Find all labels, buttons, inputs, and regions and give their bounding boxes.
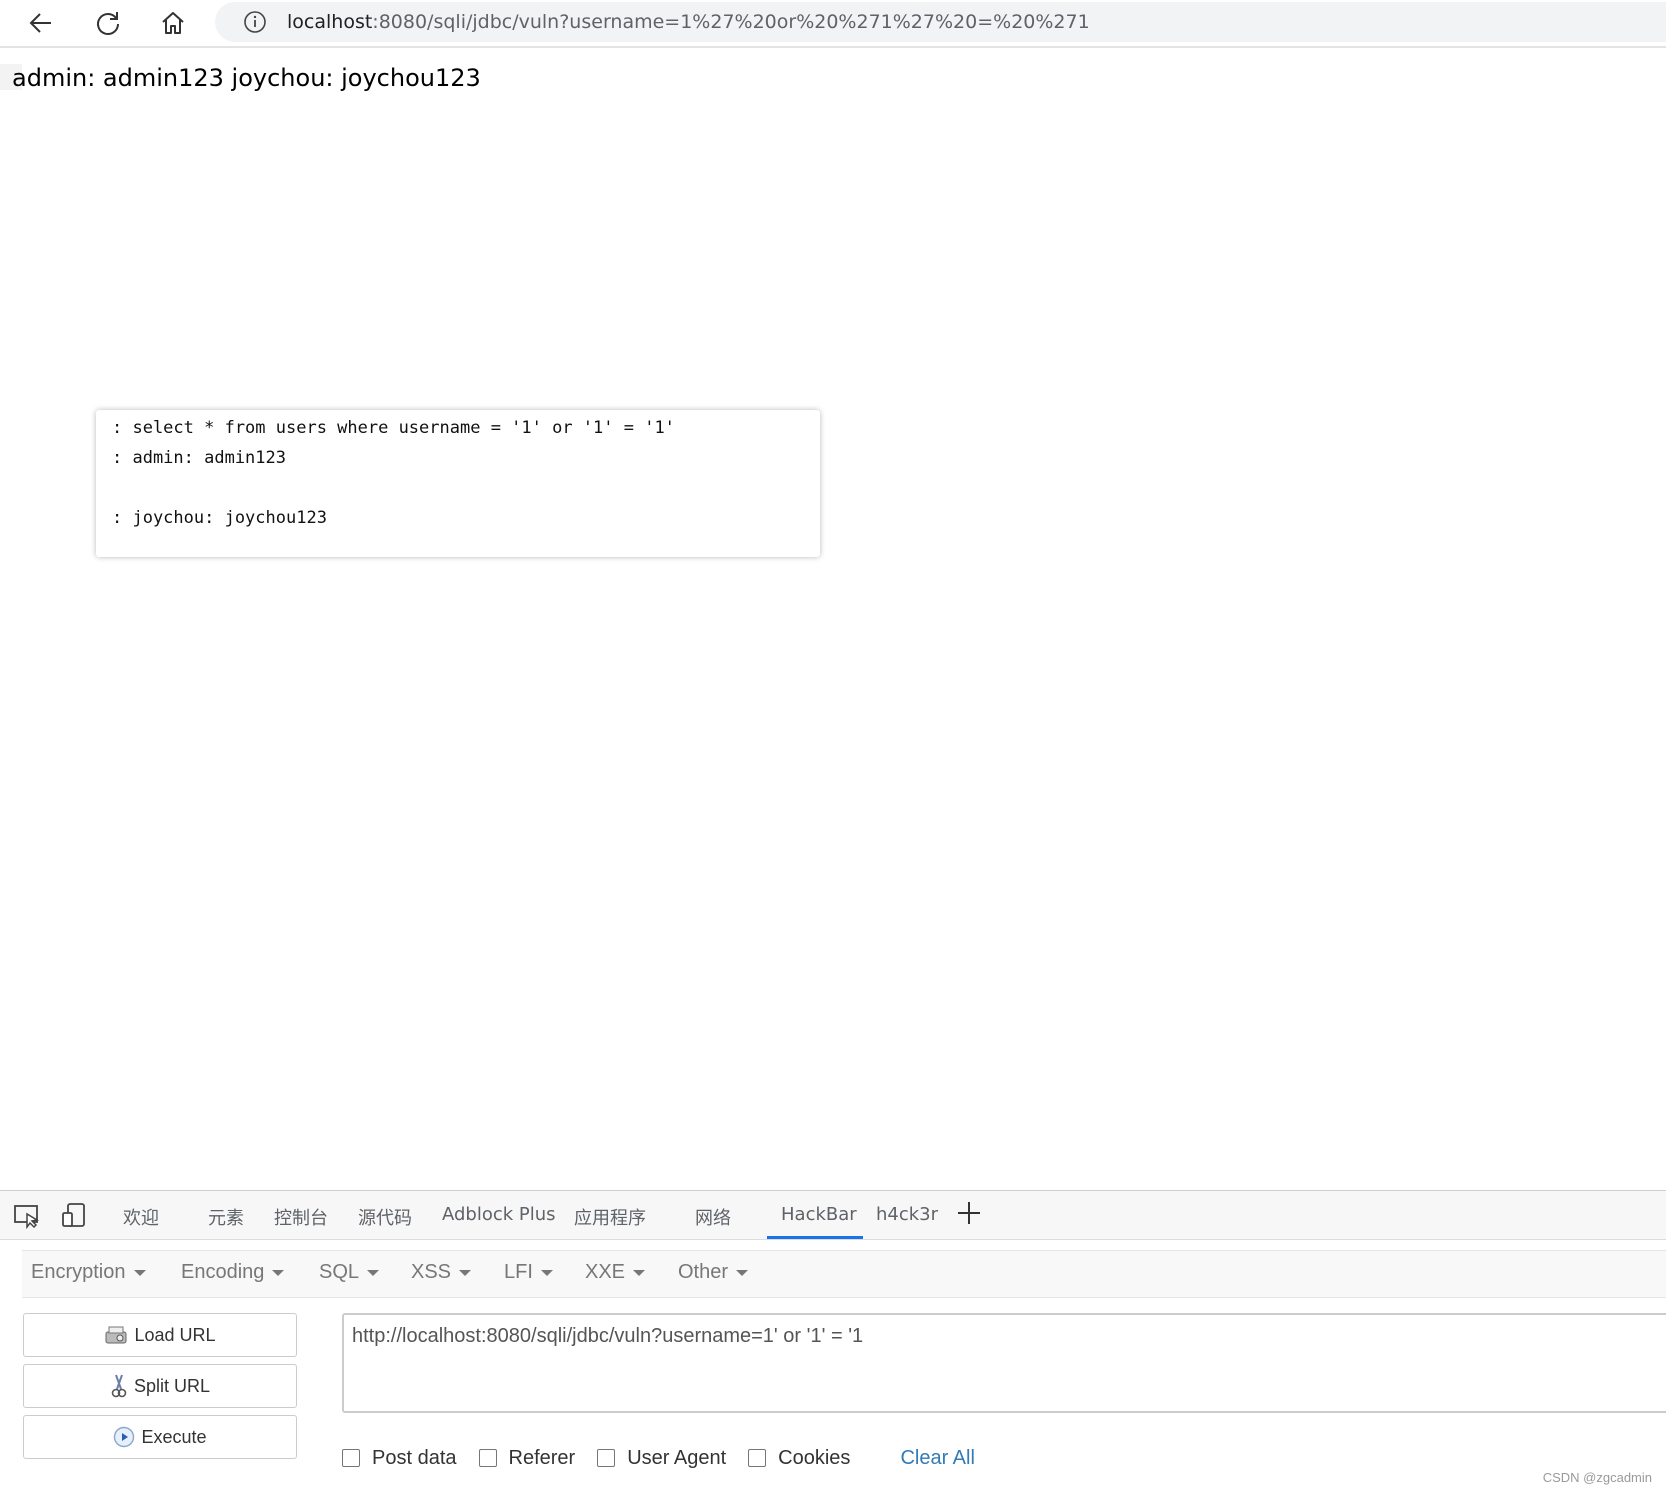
split-url-label: Split URL (133, 1375, 211, 1396)
menu-encoding-label: Encoding (181, 1261, 265, 1283)
plus-icon[interactable] (955, 1199, 983, 1227)
tab-application[interactable]: 应用程序 (574, 1204, 646, 1230)
menu-lfi-label: LFI (504, 1261, 533, 1283)
menu-encryption[interactable]: Encryption (31, 1261, 146, 1284)
log-line-admin: : admin: admin123 (112, 448, 286, 468)
menu-encryption-label: Encryption (31, 1261, 126, 1283)
scissors-icon (110, 1373, 128, 1399)
log-popup: : select * from users where username = '… (96, 410, 820, 557)
menu-other-label: Other (678, 1261, 729, 1283)
active-tab-indicator (767, 1236, 863, 1239)
home-icon (162, 12, 184, 34)
tab-network[interactable]: 网络 (695, 1204, 731, 1230)
menu-xxe-label: XXE (585, 1261, 626, 1283)
caret-down-icon (459, 1269, 472, 1276)
hackbar-url-textarea[interactable]: http://localhost:8080/sqli/jdbc/vuln?use… (342, 1313, 1666, 1413)
address-bar[interactable]: localhost:8080/sqli/jdbc/vuln?username=1… (215, 2, 1666, 42)
tab-sources[interactable]: 源代码 (358, 1204, 412, 1230)
tab-console[interactable]: 控制台 (274, 1204, 328, 1230)
device-emulation-icon[interactable] (60, 1201, 90, 1229)
referer-label: Referer (508, 1446, 576, 1469)
user-agent-label: User Agent (627, 1446, 727, 1469)
caret-down-icon (367, 1269, 380, 1276)
caret-down-icon (736, 1269, 749, 1276)
tab-adblock-plus[interactable]: Adblock Plus (442, 1204, 556, 1225)
inspect-element-icon[interactable] (12, 1201, 42, 1229)
load-url-icon (104, 1324, 128, 1346)
cookies-option[interactable]: Cookies (748, 1447, 850, 1470)
cookies-label: Cookies (778, 1446, 851, 1469)
menu-sql[interactable]: SQL (319, 1261, 380, 1284)
url-text[interactable]: localhost:8080/sqli/jdbc/vuln?username=1… (287, 11, 1090, 33)
tab-h4ck3r[interactable]: h4ck3r (876, 1204, 938, 1225)
post-data-option[interactable]: Post data (342, 1447, 457, 1470)
load-url-button[interactable]: Load URL (23, 1313, 297, 1357)
log-line-joychou: : joychou: joychou123 (112, 508, 327, 528)
menu-xxe[interactable]: XXE (585, 1261, 646, 1284)
hackbar-menubar: Encryption Encoding SQL XSS LFI XXE Othe… (22, 1250, 1666, 1298)
reload-button[interactable] (88, 3, 128, 43)
user-agent-checkbox[interactable] (597, 1449, 616, 1467)
menu-other[interactable]: Other (678, 1261, 749, 1284)
menu-encoding[interactable]: Encoding (181, 1261, 285, 1284)
menu-xss[interactable]: XSS (411, 1261, 472, 1284)
log-line-sql: : select * from users where username = '… (112, 418, 675, 438)
reload-icon (97, 12, 119, 35)
referer-option[interactable]: Referer (478, 1446, 576, 1470)
arrow-left-icon (29, 13, 51, 33)
query-result-text: admin: admin123 joychou: joychou123 (12, 64, 481, 92)
play-circle-icon (113, 1426, 135, 1448)
url-host: localhost (287, 11, 373, 33)
caret-down-icon (540, 1269, 553, 1276)
post-data-checkbox[interactable] (342, 1449, 360, 1467)
caret-down-icon (272, 1269, 285, 1276)
url-path: :8080/sqli/jdbc/vuln?username=1%27%20or%… (372, 11, 1090, 33)
post-data-label: Post data (372, 1446, 457, 1469)
home-button[interactable] (153, 3, 193, 43)
cookies-checkbox[interactable] (748, 1449, 767, 1467)
referer-checkbox[interactable] (478, 1449, 497, 1467)
devtools-panel: 欢迎 元素 控制台 源代码 Adblock Plus 应用程序 网络 HackB… (0, 1190, 1666, 1498)
tab-hackbar[interactable]: HackBar (781, 1204, 857, 1225)
tab-elements[interactable]: 元素 (208, 1204, 244, 1230)
menu-sql-label: SQL (319, 1261, 360, 1283)
load-url-label: Load URL (134, 1324, 216, 1345)
tab-welcome[interactable]: 欢迎 (123, 1204, 159, 1230)
menu-xss-label: XSS (411, 1261, 452, 1283)
split-url-button[interactable]: Split URL (23, 1364, 297, 1408)
user-agent-option[interactable]: User Agent (597, 1447, 726, 1470)
watermark: CSDN @zgcadmin (1542, 1470, 1652, 1485)
caret-down-icon (133, 1269, 146, 1276)
devtools-tabbar: 欢迎 元素 控制台 源代码 Adblock Plus 应用程序 网络 HackB… (0, 1191, 1666, 1240)
hackbar-options-row: Post data Referer User Agent Cookies Cle… (342, 1443, 975, 1473)
execute-button[interactable]: Execute (23, 1415, 297, 1459)
caret-down-icon (633, 1269, 646, 1276)
back-button[interactable] (21, 3, 61, 43)
menu-lfi[interactable]: LFI (504, 1261, 553, 1284)
execute-label: Execute (141, 1426, 207, 1447)
browser-toolbar: localhost:8080/sqli/jdbc/vuln?username=1… (0, 0, 1666, 48)
info-icon[interactable] (243, 10, 267, 34)
clear-all-link[interactable]: Clear All (900, 1447, 974, 1470)
